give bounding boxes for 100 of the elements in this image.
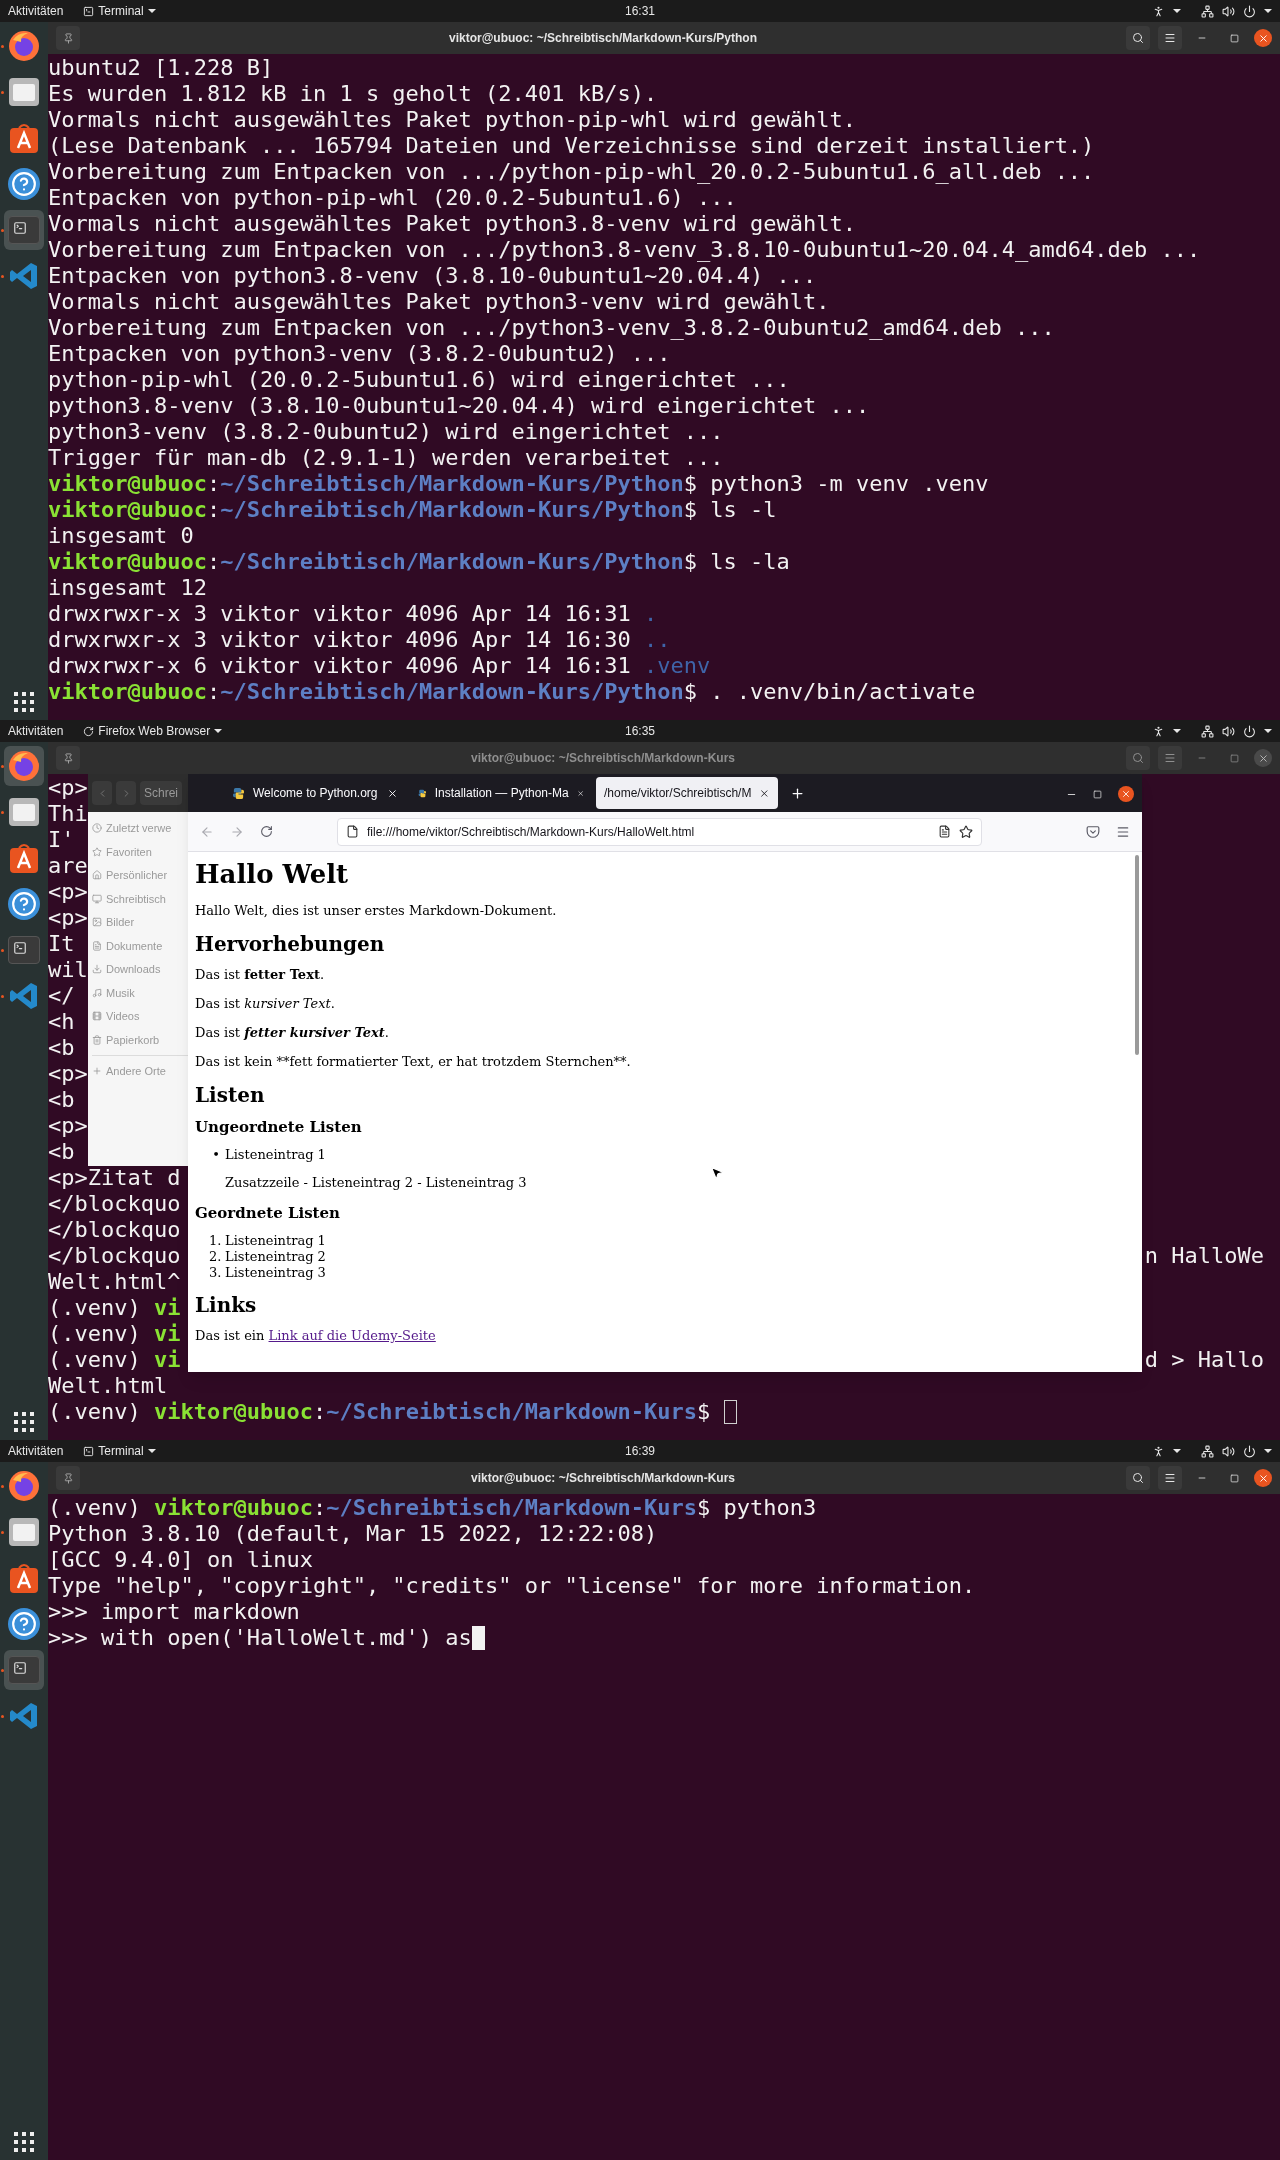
subsection-heading: Geordnete Listen	[195, 1203, 341, 1224]
menu-button[interactable]	[1158, 26, 1182, 50]
list-marker: 1.	[209, 1233, 223, 1249]
close-button[interactable]	[1118, 786, 1134, 802]
window-title: viktor@ubuoc: ~/Schreibtisch/Markdown-Kurs	[469, 1470, 737, 1487]
app-grid-icon[interactable]	[14, 692, 34, 712]
clock[interactable]: 16:31	[624, 2, 655, 20]
network-icon[interactable]	[1201, 4, 1214, 18]
accessibility-icon[interactable]	[1152, 724, 1165, 738]
shopping-bag-icon	[8, 122, 40, 154]
close-button[interactable]	[1254, 749, 1272, 767]
activities-button[interactable]: Aktivitäten	[8, 1442, 64, 1460]
code-editor-icon	[9, 1701, 39, 1731]
terminal-line: insgesamt 12	[48, 575, 207, 601]
terminal-line: Welt.html^	[48, 1269, 181, 1295]
terminal-line: viktor@ubuoc:~/Schreibtisch/Markdown-Kurs/Python$ . .venv/bin/activate	[48, 679, 976, 705]
close-tab-icon[interactable]	[759, 787, 770, 799]
terminal-line: Vorbereitung zum Entpacken von .../python3-venv_3.8.2-0ubuntu2_amd64.deb ...	[48, 315, 1055, 341]
browser-tab[interactable]: Installation — Python-Ma	[410, 777, 592, 809]
reload-icon[interactable]	[260, 825, 273, 838]
app-grid-icon[interactable]	[14, 2132, 34, 2152]
bookmark-star-icon[interactable]	[959, 824, 973, 839]
dock-item[interactable]	[4, 746, 44, 786]
menu-icon[interactable]	[1116, 824, 1130, 839]
music-note-icon	[92, 987, 102, 998]
section-heading: Hervorhebungen	[195, 931, 386, 957]
volume-icon[interactable]	[1222, 4, 1235, 18]
path-button[interactable]: Schrei	[140, 781, 182, 805]
caret-icon[interactable]	[1264, 729, 1272, 733]
app-menu[interactable]: Terminal	[83, 1442, 156, 1460]
terminal-line-fragment: d > Hallo	[1144, 1347, 1264, 1373]
search-button[interactable]	[1126, 1466, 1150, 1490]
window-title: viktor@ubuoc: ~/Schreibtisch/Markdown-Kurs	[469, 750, 737, 767]
terminal-line: Entpacken von python3.8-venv (3.8.10-0ubuntu1~20.04.4) ...	[48, 263, 817, 289]
caret-icon[interactable]	[1173, 729, 1181, 733]
volume-icon[interactable]	[1222, 1444, 1235, 1458]
volume-icon[interactable]	[1222, 724, 1235, 738]
terminal-line: (.venv) vi	[48, 1321, 181, 1347]
menu-icon	[1164, 1472, 1176, 1484]
maximize-icon[interactable]	[1093, 789, 1102, 799]
terminal-line: (.venv) viktor@ubuoc:~/Schreibtisch/Markdown-Kurs$	[48, 1399, 712, 1425]
network-icon[interactable]	[1201, 724, 1214, 738]
pin-button[interactable]	[56, 746, 80, 770]
terminal-line: </blockquo	[48, 1191, 181, 1217]
shopping-bag-icon	[8, 842, 40, 874]
browser-tab[interactable]: /home/viktor/Schreibtisch/M	[596, 777, 778, 809]
caret-icon[interactable]	[1173, 1449, 1181, 1453]
url-field[interactable]: file:///home/viktor/Schreibtisch/Markdown-Kurs/HalloWelt.html	[337, 817, 982, 846]
dock-item[interactable]	[4, 210, 44, 250]
terminal-line: >>> import markdown	[48, 1599, 300, 1625]
accessibility-icon[interactable]	[1152, 1444, 1165, 1458]
terminal-line: ubuntu2 [1.228 B]	[48, 55, 274, 81]
scrollbar[interactable]	[1135, 855, 1139, 1055]
pocket-icon[interactable]	[1086, 824, 1100, 839]
caret-icon[interactable]	[1173, 9, 1181, 13]
reader-view-icon[interactable]	[938, 825, 951, 838]
list-marker: •	[211, 1147, 221, 1163]
document-icon	[92, 940, 102, 951]
terminal-line: drwxrwxr-x 6 viktor viktor 4096 Apr 14 16:31 .venv	[48, 653, 711, 679]
paragraph: Das ist kein **fett formatierter Text, er hat trotzdem Sternchen**.	[195, 1053, 632, 1071]
terminal-line: drwxrwxr-x 3 viktor viktor 4096 Apr 14 16:31 .	[48, 601, 658, 627]
app-grid-icon[interactable]	[14, 1412, 34, 1432]
close-button[interactable]	[1254, 1469, 1272, 1487]
new-tab-icon[interactable]	[790, 786, 805, 801]
terminal-line: python3.8-venv (3.8.10-0ubuntu1~20.04.4) wird eingerichtet ...	[48, 393, 870, 419]
terminal-line: Vormals nicht ausgewähltes Paket python3.8-venv wird gewählt.	[48, 211, 856, 237]
terminal-line: viktor@ubuoc:~/Schreibtisch/Markdown-Kurs/Python$ ls -l	[48, 497, 777, 523]
maximize-icon	[1229, 33, 1239, 43]
close-button[interactable]	[1254, 29, 1272, 47]
clock[interactable]: 16:35	[624, 722, 655, 740]
activities-button[interactable]: Aktivitäten	[8, 722, 64, 740]
caret-icon[interactable]	[1264, 9, 1272, 13]
network-icon[interactable]	[1201, 1444, 1214, 1458]
terminal-line: <p>Zitat d	[48, 1165, 181, 1191]
power-icon[interactable]	[1243, 724, 1256, 738]
close-tab-icon[interactable]	[387, 787, 398, 799]
power-icon[interactable]	[1243, 1444, 1256, 1458]
terminal-line: Thi	[48, 801, 88, 827]
search-button[interactable]	[1126, 26, 1150, 50]
terminal-line: are	[48, 853, 88, 879]
accessibility-icon[interactable]	[1152, 4, 1165, 18]
browser-tab[interactable]: Welcome to Python.org	[224, 777, 406, 809]
app-menu[interactable]: Terminal	[83, 2, 156, 20]
menu-button[interactable]	[1158, 1466, 1182, 1490]
folder-icon	[8, 1517, 40, 1547]
pin-button[interactable]	[56, 1466, 80, 1490]
terminal-icon	[83, 5, 95, 17]
clock[interactable]: 16:39	[624, 1442, 655, 1460]
search-button[interactable]	[1126, 746, 1150, 770]
terminal-line: </	[48, 983, 75, 1009]
page-heading: Hallo Welt	[195, 858, 350, 890]
terminal-line: Vorbereitung zum Entpacken von .../python-pip-whl_20.0.2-5ubuntu1.6_all.deb ...	[48, 159, 1095, 185]
app-menu[interactable]: Firefox Web Browser	[83, 722, 223, 740]
caret-icon[interactable]	[1264, 1449, 1272, 1453]
terminal-line: </blockquo	[48, 1243, 181, 1269]
power-icon[interactable]	[1243, 4, 1256, 18]
activities-button[interactable]: Aktivitäten	[8, 2, 64, 20]
terminal-line: insgesamt 0	[48, 523, 194, 549]
dock-item[interactable]	[4, 1650, 44, 1690]
pin-button[interactable]	[56, 26, 80, 50]
